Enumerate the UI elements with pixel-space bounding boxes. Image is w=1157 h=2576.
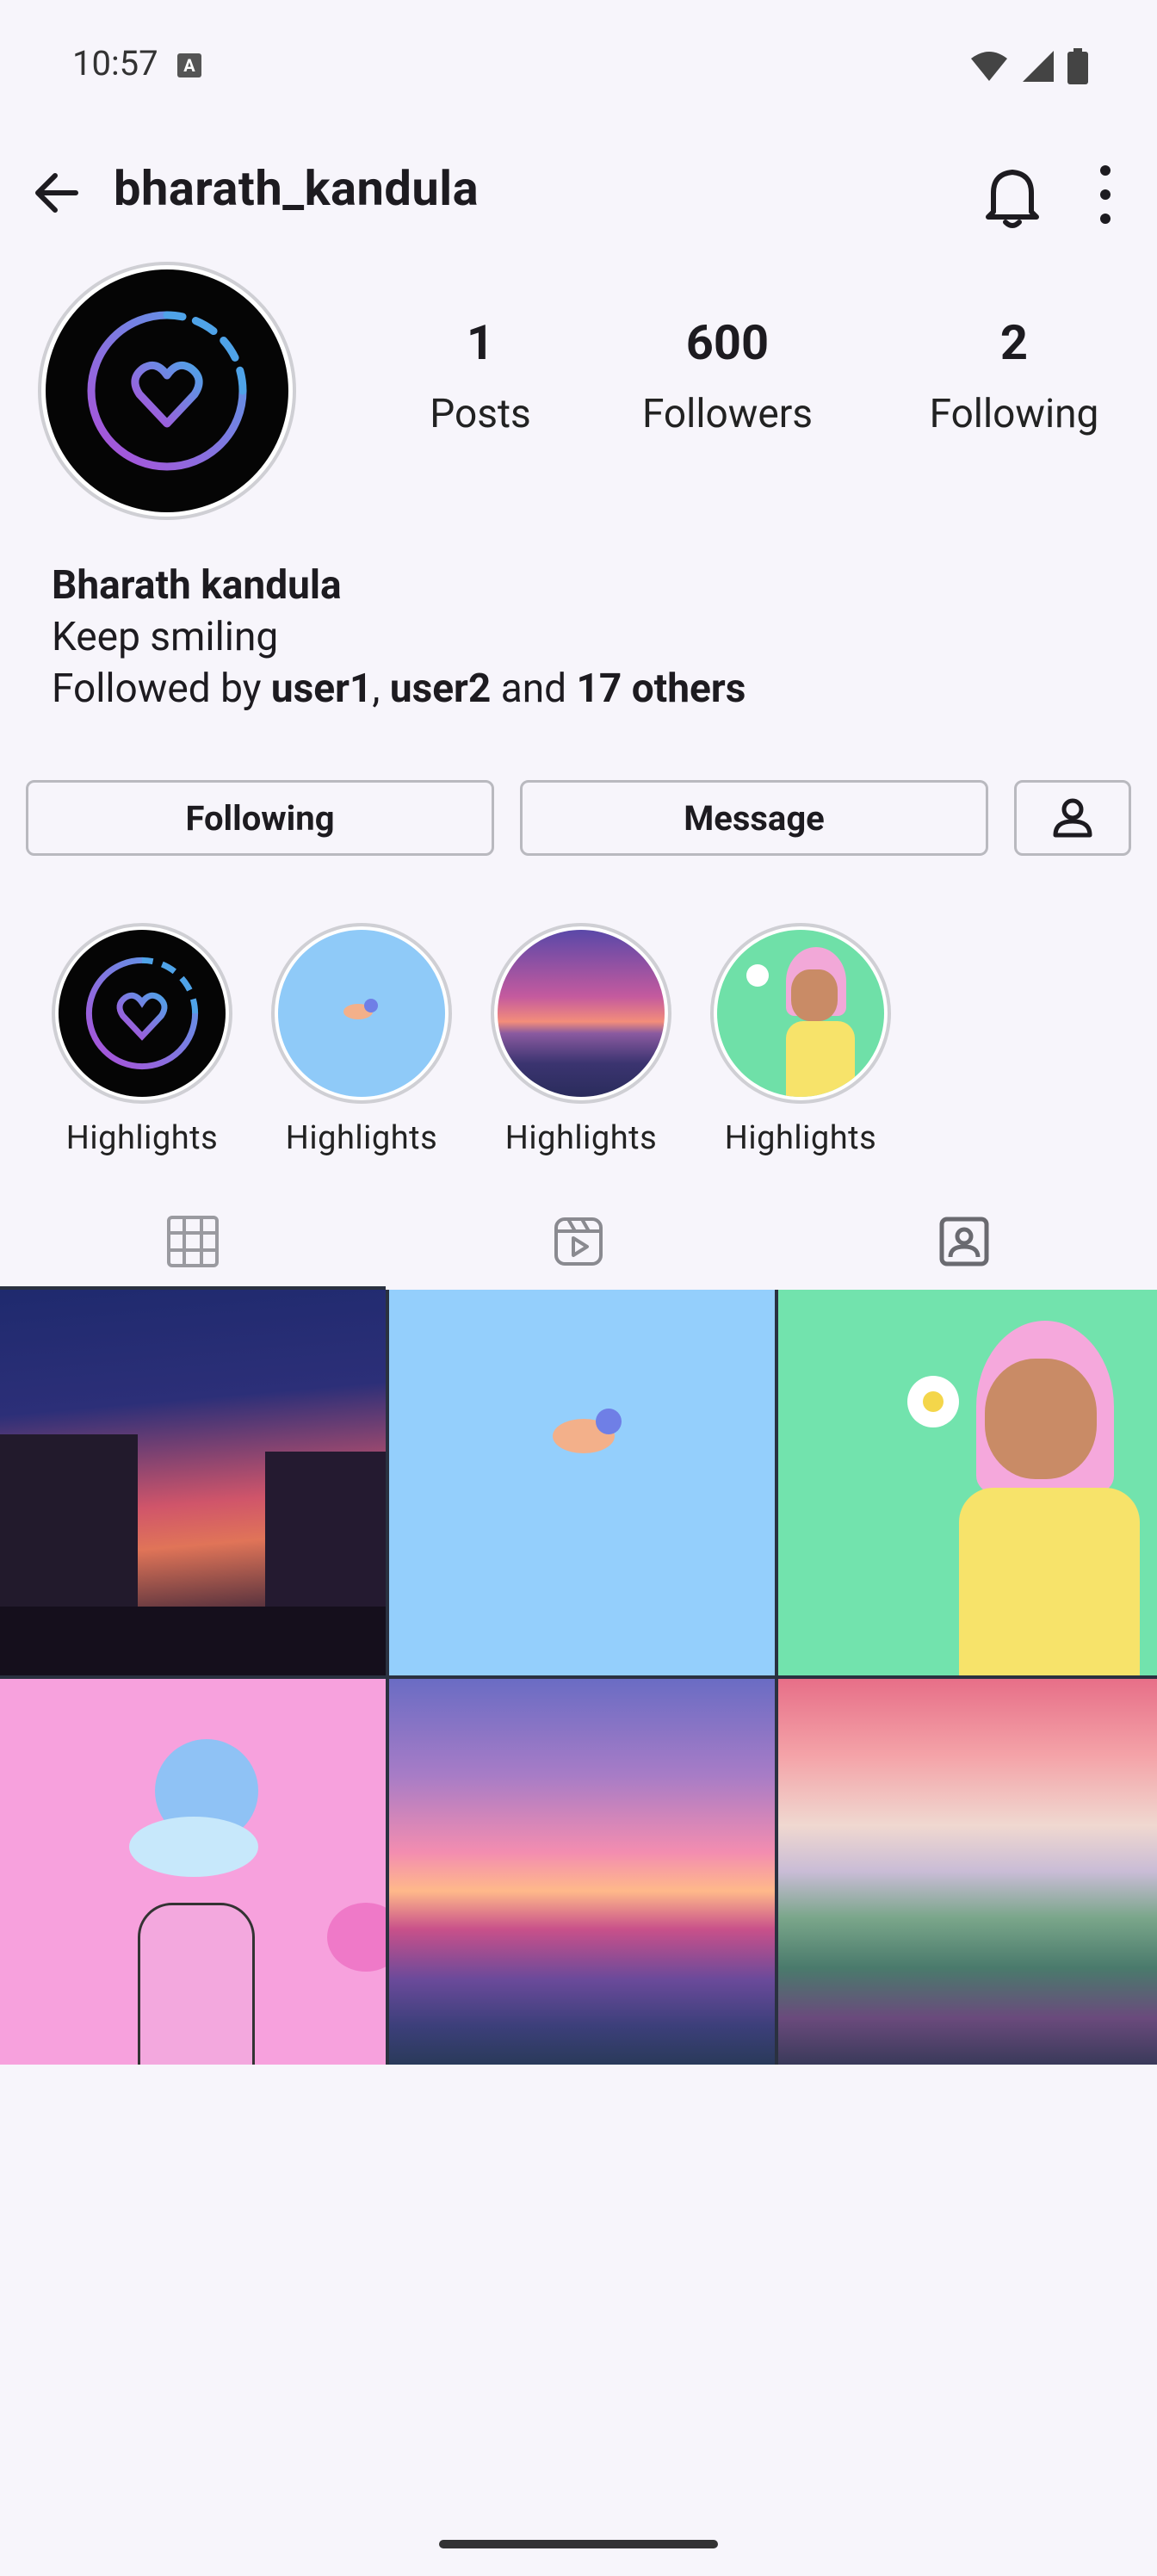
display-name: Bharath kandula bbox=[52, 562, 342, 609]
posts-label: Posts bbox=[430, 391, 531, 437]
following-button[interactable]: Following bbox=[26, 780, 494, 856]
post-thumbnail[interactable] bbox=[389, 1679, 775, 2065]
profile-bio: Bharath kandula Keep smiling Followed by… bbox=[52, 560, 746, 715]
mutual-others[interactable]: 17 others bbox=[577, 666, 746, 712]
reels-tab-icon[interactable] bbox=[551, 1214, 606, 1269]
heart-logo-icon bbox=[87, 311, 247, 471]
followed-by[interactable]: Followed by user1, user2 and 17 others bbox=[52, 663, 746, 715]
followers-stat[interactable]: 600 Followers bbox=[628, 319, 826, 437]
wifi-icon bbox=[971, 52, 1007, 81]
keyboard-notification-icon: A bbox=[177, 53, 201, 77]
posts-count: 1 bbox=[466, 314, 495, 371]
highlight-thumbnail bbox=[498, 930, 665, 1097]
mutual-user2[interactable]: user2 bbox=[390, 666, 491, 712]
followed-prefix: Followed by bbox=[52, 666, 271, 712]
battery-icon bbox=[1067, 48, 1088, 84]
notification-bell-icon[interactable] bbox=[981, 162, 1043, 231]
suggested-users-button[interactable] bbox=[1014, 780, 1131, 856]
following-stat[interactable]: 2 Following bbox=[913, 319, 1116, 437]
highlight-label: Highlights bbox=[504, 1119, 658, 1157]
status-icons bbox=[969, 48, 1088, 84]
highlight-item[interactable]: Highlights bbox=[491, 923, 671, 1157]
highlight-thumbnail bbox=[717, 930, 884, 1097]
highlight-label: Highlights bbox=[724, 1119, 877, 1157]
mutual-user1[interactable]: user1 bbox=[271, 666, 372, 712]
back-arrow-icon[interactable] bbox=[31, 167, 83, 219]
avatar-image bbox=[46, 269, 288, 512]
separator: , bbox=[372, 666, 390, 712]
tagged-tab-icon[interactable] bbox=[937, 1214, 992, 1269]
highlight-label: Highlights bbox=[65, 1119, 219, 1157]
profile-username: bharath_kandula bbox=[114, 160, 480, 217]
profile-avatar[interactable] bbox=[38, 262, 296, 520]
highlight-item[interactable]: Highlights bbox=[271, 923, 452, 1157]
post-thumbnail[interactable] bbox=[778, 1679, 1157, 2065]
posts-stat[interactable]: 1 Posts bbox=[411, 319, 549, 437]
highlight-thumbnail bbox=[278, 930, 445, 1097]
post-thumbnail[interactable] bbox=[778, 1290, 1157, 1675]
following-count: 2 bbox=[999, 314, 1029, 371]
signal-icon bbox=[1023, 51, 1054, 82]
highlight-thumbnail bbox=[59, 930, 226, 1097]
heart-logo-icon bbox=[85, 957, 199, 1070]
posts-grid bbox=[0, 1290, 1157, 2065]
status-time: 10:57 bbox=[72, 43, 158, 84]
highlight-item[interactable]: Highlights bbox=[52, 923, 232, 1157]
post-thumbnail[interactable] bbox=[0, 1679, 386, 2065]
message-button[interactable]: Message bbox=[520, 780, 988, 856]
post-thumbnail[interactable] bbox=[0, 1290, 386, 1675]
followers-label: Followers bbox=[641, 391, 814, 437]
grid-tab-icon[interactable] bbox=[165, 1214, 220, 1269]
following-label: Following bbox=[929, 391, 1099, 437]
more-options-icon[interactable] bbox=[1085, 164, 1126, 226]
followers-count: 600 bbox=[685, 314, 770, 371]
bio-text: Keep smiling bbox=[52, 614, 279, 660]
highlight-label: Highlights bbox=[285, 1119, 438, 1157]
person-icon bbox=[1053, 798, 1092, 838]
home-indicator[interactable] bbox=[439, 2540, 718, 2548]
conjunction: and bbox=[491, 666, 577, 712]
post-thumbnail[interactable] bbox=[389, 1290, 775, 1675]
highlight-item[interactable]: Highlights bbox=[710, 923, 891, 1157]
